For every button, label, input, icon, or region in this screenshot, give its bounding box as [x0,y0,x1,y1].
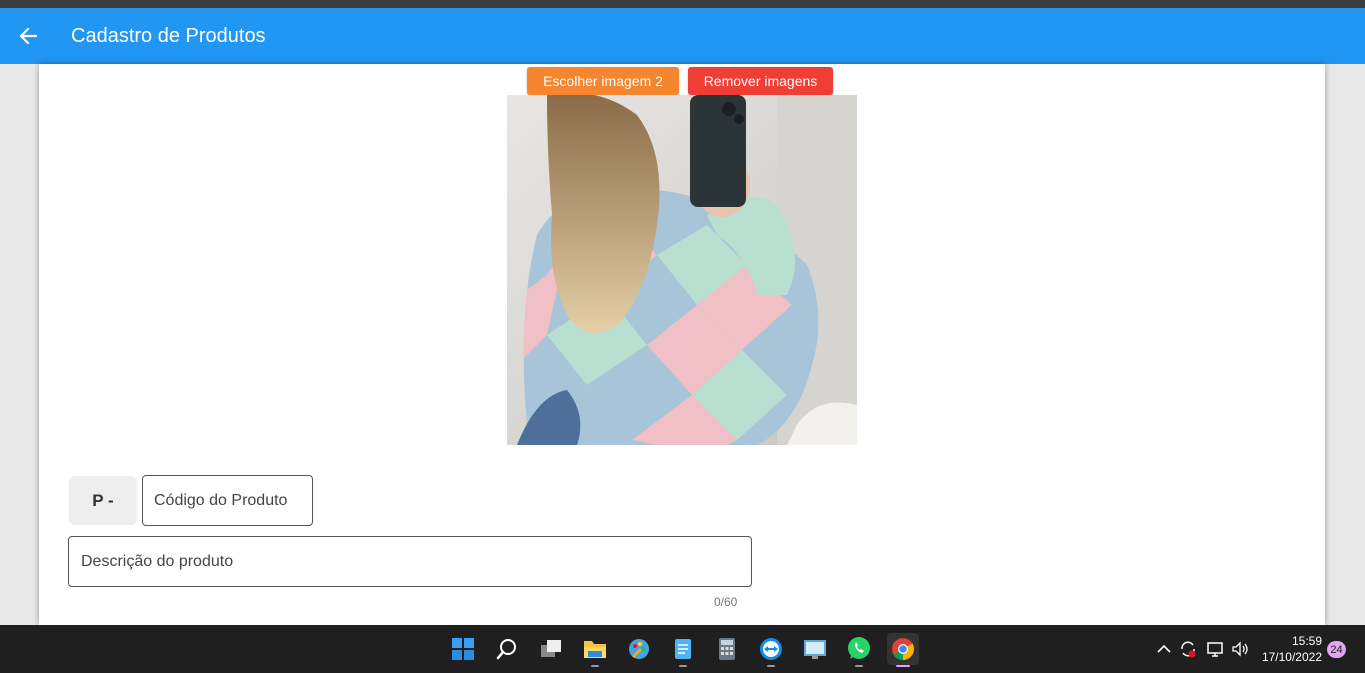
sync-icon [1181,641,1196,658]
product-form-card: Escolher imagem 2 Remover imagens P - Có… [39,64,1325,625]
active-indicator [896,665,910,667]
remove-images-button[interactable]: Remover imagens [688,67,833,95]
running-indicator [679,665,687,667]
palette-icon [629,639,649,659]
task-view-icon [541,640,561,657]
file-explorer-button[interactable] [579,633,611,667]
start-button[interactable] [447,633,479,665]
choose-image-button[interactable]: Escolher imagem 2 [527,67,679,95]
running-indicator [767,665,775,667]
task-view-button[interactable] [535,633,567,665]
chevron-up-icon [1157,644,1171,653]
chrome-button[interactable] [887,633,919,667]
back-button[interactable] [0,8,56,64]
network-icon [1207,642,1223,657]
taskbar-search-button[interactable] [491,633,523,665]
chrome-icon [892,638,914,660]
search-icon [496,639,516,660]
whatsapp-button[interactable] [843,633,875,667]
whatsapp-icon [848,637,870,659]
windows-logo-icon [452,638,474,660]
app-bar: Cadastro de Produtos [0,8,1365,64]
notification-badge[interactable]: 24 [1327,641,1346,658]
system-clock[interactable]: 15:59 17/10/2022 [1256,633,1322,665]
page-title: Cadastro de Produtos [71,24,266,47]
paint-button[interactable] [623,633,655,665]
volume-tray[interactable] [1230,639,1250,659]
windows-taskbar: 15:59 17/10/2022 24 [0,625,1365,673]
running-indicator [591,665,599,667]
show-hidden-icons-button[interactable] [1154,639,1174,659]
network-tray[interactable] [1205,639,1225,659]
folder-icon [584,641,606,658]
arrow-left-icon [19,27,38,45]
product-description-input[interactable]: Descrição do produto [68,536,752,587]
clock-date: 17/10/2022 [1261,650,1322,664]
teamviewer-button[interactable] [755,633,787,667]
calculator-icon [719,638,735,660]
remote-desktop-button[interactable] [799,633,831,665]
code-prefix-label: P - [69,476,137,525]
calculator-button[interactable] [711,633,743,665]
description-char-counter: 0/60 [714,595,738,609]
product-code-input[interactable]: Código do Produto [142,475,313,526]
notepad-button[interactable] [667,633,699,667]
running-indicator [855,665,863,667]
notepad-icon [675,639,691,659]
remote-desktop-icon [804,640,826,659]
product-image [507,95,857,445]
sync-status-tray[interactable] [1178,639,1198,659]
window-top-strip [0,0,1365,8]
teamviewer-icon [760,638,782,660]
speaker-icon [1232,641,1248,657]
clock-time: 15:59 [1291,634,1322,648]
